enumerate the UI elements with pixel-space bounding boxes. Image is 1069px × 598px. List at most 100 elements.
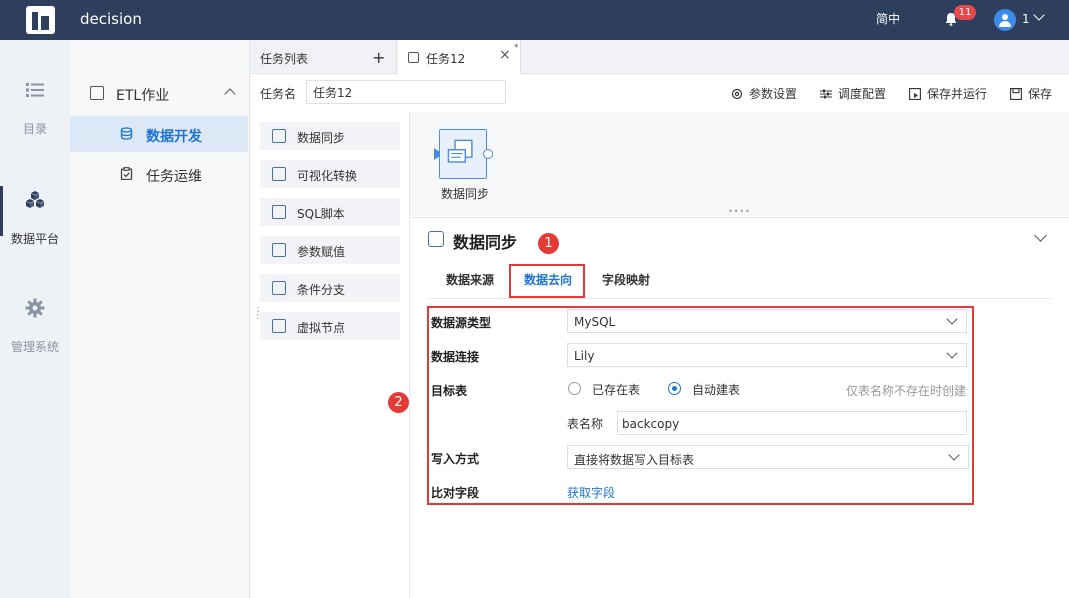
rail-label: 数据平台 [10, 232, 59, 246]
param-icon [272, 243, 286, 257]
tab-task-12[interactable]: 任务12 × * [398, 40, 521, 75]
palette-item-sql-script[interactable]: SQL脚本 [260, 198, 400, 226]
data-sync-icon [272, 129, 286, 143]
radio-auto-create[interactable] [668, 382, 681, 395]
add-tab-button[interactable]: + [372, 48, 385, 67]
node-output-port[interactable] [483, 149, 493, 159]
tab-field-mapping[interactable]: 字段映射 [602, 271, 650, 288]
subnav-item-label: 数据开发 [146, 129, 202, 145]
task-toolbar: 任务名 参数设置 调度配置 保存并运行 保存 [250, 74, 1069, 112]
gear-icon [25, 298, 45, 318]
component-palette: 数据同步 可视化转换 SQL脚本 参数赋值 条件分支 虚拟节点 [250, 112, 410, 598]
branch-icon [272, 281, 286, 295]
drag-handle-icon[interactable]: ⋮ ⋮ [253, 307, 263, 321]
chevron-up-icon[interactable] [224, 88, 236, 100]
palette-item-label: 参数赋值 [297, 245, 346, 259]
tab-label: 任务12 [426, 52, 466, 66]
notification-badge: 11 [954, 5, 976, 20]
palette-item-label: 虚拟节点 [297, 321, 346, 335]
highlight-box-form [427, 306, 974, 505]
avatar[interactable] [994, 9, 1016, 31]
action-label: 调度配置 [838, 87, 887, 101]
select-value: MySQL [574, 315, 616, 329]
rail-label: 目录 [22, 122, 47, 136]
rail-label: 管理系统 [10, 340, 59, 354]
palette-item-condition-branch[interactable]: 条件分支 [260, 274, 400, 302]
sub-nav: ETL作业 数据开发 任务运维 [70, 40, 250, 598]
database-icon [120, 127, 133, 140]
save-button[interactable]: 保存 [1010, 85, 1052, 102]
table-name-input[interactable]: backcopy [617, 411, 967, 435]
chevron-down-icon[interactable] [1034, 229, 1047, 242]
action-label: 参数设置 [749, 87, 798, 101]
tab-task-list[interactable]: 任务列表 + [250, 40, 397, 74]
tab-bar: 任务列表 + 任务12 × * [250, 40, 1069, 75]
annotation-marker-1: 1 [538, 233, 559, 254]
left-rail: 目录 数据平台 管理系统 [0, 40, 70, 598]
close-tab-button[interactable]: × [499, 47, 511, 63]
modified-indicator: * [514, 43, 519, 53]
save-run-icon [909, 88, 921, 100]
rail-item-management[interactable]: 管理系统 [0, 298, 70, 368]
subnav-group-label: ETL作业 [116, 88, 170, 104]
palette-item-visual-transform[interactable]: 可视化转换 [260, 160, 400, 188]
radio-existing-label: 已存在表 [592, 383, 641, 397]
subnav-item-task-ops[interactable]: 任务运维 [70, 156, 248, 192]
node-label: 数据同步 [441, 187, 490, 201]
clipboard-icon [120, 167, 133, 180]
write-mode-label: 写入方式 [431, 452, 480, 466]
etl-icon [90, 86, 104, 100]
top-bar: decision 简中 11 1 [0, 0, 1069, 40]
compare-field-label: 比对字段 [431, 486, 480, 500]
connection-select[interactable]: Lily [567, 343, 967, 367]
tab-data-source[interactable]: 数据来源 [446, 271, 494, 288]
highlight-box-tab [509, 264, 585, 298]
task-name-input[interactable] [306, 80, 506, 104]
logo-icon[interactable] [26, 6, 55, 34]
palette-item-virtual-node[interactable]: 虚拟节点 [260, 312, 400, 340]
palette-item-label: 可视化转换 [297, 169, 358, 183]
rail-item-catalog[interactable]: 目录 [0, 80, 70, 150]
rail-item-data-platform[interactable]: 数据平台 [0, 186, 70, 260]
subnav-item-label: 任务运维 [146, 169, 202, 185]
virtual-node-icon [272, 319, 286, 333]
chevron-down-icon[interactable] [1033, 9, 1045, 21]
select-value: Lily [574, 349, 595, 363]
app-title: decision [80, 10, 142, 28]
save-icon [1010, 88, 1022, 100]
table-name-label: 表名称 [567, 417, 604, 431]
input-value: backcopy [622, 417, 680, 431]
palette-item-data-sync[interactable]: 数据同步 [260, 122, 400, 150]
fetch-fields-link[interactable]: 获取字段 [567, 484, 615, 501]
select-value: 直接将数据写入目标表 [574, 453, 695, 467]
save-and-run-button[interactable]: 保存并运行 [909, 85, 987, 102]
radio-auto-label: 自动建表 [692, 383, 741, 397]
subnav-item-data-dev[interactable]: 数据开发 [70, 116, 248, 152]
param-settings-button[interactable]: 参数设置 [731, 85, 797, 102]
schedule-config-button[interactable]: 调度配置 [820, 85, 886, 102]
source-type-select[interactable]: MySQL [567, 309, 967, 333]
palette-item-label: 数据同步 [297, 131, 346, 145]
language-switch[interactable]: 简中 [876, 10, 900, 27]
write-mode-select[interactable]: 直接将数据写入目标表 [567, 445, 969, 469]
flow-canvas[interactable]: 数据同步 [410, 112, 1069, 216]
tab-label: 任务列表 [260, 52, 309, 66]
action-label: 保存 [1028, 87, 1053, 101]
resize-handle-icon[interactable]: •••• [728, 207, 751, 216]
chevron-down-icon [946, 347, 958, 359]
target-table-label: 目标表 [431, 384, 468, 398]
data-sync-node[interactable] [439, 129, 487, 179]
sql-icon [272, 205, 286, 219]
user-name[interactable]: 1 [1022, 12, 1030, 26]
radio-existing-table[interactable] [568, 382, 581, 395]
chevron-down-icon [948, 449, 960, 461]
subnav-group-etl[interactable]: ETL作业 [70, 73, 250, 113]
palette-item-param-assign[interactable]: 参数赋值 [260, 236, 400, 264]
palette-item-label: SQL脚本 [297, 207, 345, 221]
connection-label: 数据连接 [431, 350, 480, 364]
annotation-marker-2: 2 [388, 392, 409, 413]
sliders-icon [820, 89, 832, 99]
source-type-label: 数据源类型 [431, 316, 492, 330]
data-sync-icon [428, 231, 444, 247]
data-sync-node-icon [447, 139, 473, 163]
